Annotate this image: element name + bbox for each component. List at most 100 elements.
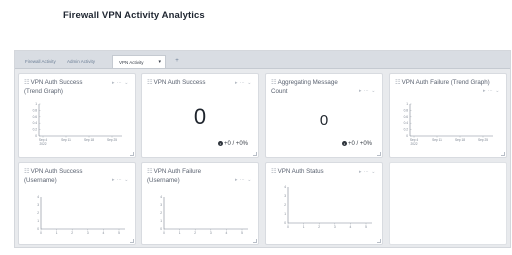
panel-empty bbox=[389, 162, 507, 245]
chevron-down-icon[interactable]: ⌄ bbox=[371, 88, 376, 94]
trend-chart: 10.80.60.40.20Sep 42022Sep 11 Sep 18 Sep 2… bbox=[404, 102, 493, 146]
ellipsis-icon[interactable]: ▸ ⋯ bbox=[235, 177, 245, 183]
panel-title: ☷VPN Auth Success bbox=[147, 79, 206, 86]
y-tick-label: 2 bbox=[37, 211, 39, 215]
y-tick-label: 1 bbox=[284, 212, 286, 216]
tab-vpn-activity[interactable]: VPN Activity ▾ bbox=[112, 55, 166, 68]
bar-chart: 4 3 2 1 00 1 2 3 4 5 bbox=[160, 195, 248, 235]
x-tick-label: Sep 11 bbox=[61, 138, 71, 142]
y-tick-label: 1 bbox=[160, 219, 162, 223]
tab-firewall-activity[interactable]: Firewall Activity bbox=[19, 55, 62, 68]
panel-title: ☷VPN Auth Success (Trend Graph) bbox=[24, 79, 83, 95]
ellipsis-icon[interactable]: ▸ ⋯ bbox=[359, 169, 369, 175]
trend-dot-icon: • bbox=[341, 140, 347, 146]
grip-icon[interactable]: ☷ bbox=[147, 79, 153, 86]
panel-vpn-auth-success-trend: ☷VPN Auth Success (Trend Graph) ▸ ⋯ ⌄ 1 0… bbox=[18, 73, 136, 158]
x-tick-label: 1 bbox=[179, 231, 181, 235]
y-tick-label: 0.6 bbox=[33, 115, 38, 119]
panel-title: ☷VPN Auth Success (Username) bbox=[24, 168, 83, 184]
y-tick-label: 0.8 bbox=[33, 108, 38, 112]
panel-title: ☷Aggregating Message Count bbox=[271, 79, 338, 95]
x-tick-label: 0 bbox=[163, 231, 165, 235]
panel-vpn-auth-status: ☷VPN Auth Status ▸ ⋯ ⌄ 4 3 2 1 00 1 2 3 4 5 bbox=[265, 162, 383, 245]
panel-title: ☷VPN Auth Failure (Trend Graph) bbox=[395, 79, 490, 86]
panel-vpn-auth-failure-trend: ☷VPN Auth Failure (Trend Graph) ▸ ⋯ ⌄ 1 0… bbox=[389, 73, 507, 158]
ellipsis-icon[interactable]: ▸ ⋯ bbox=[235, 80, 245, 86]
resize-handle[interactable] bbox=[377, 239, 381, 243]
metric-delta: • +0 / +0% bbox=[341, 140, 372, 147]
grip-icon[interactable]: ☷ bbox=[271, 79, 277, 86]
x-tick-label: 1 bbox=[303, 225, 305, 229]
ellipsis-icon[interactable]: ▸ ⋯ bbox=[112, 80, 122, 86]
chevron-down-icon[interactable]: ⌄ bbox=[495, 88, 500, 94]
panel-menu[interactable]: ▸ ⋯ ⌄ bbox=[112, 177, 129, 183]
grip-icon[interactable]: ☷ bbox=[147, 168, 153, 175]
chevron-down-icon[interactable]: ⌄ bbox=[371, 169, 376, 175]
tab-admin-activity[interactable]: Admin Activity bbox=[61, 55, 101, 68]
panel-menu[interactable]: ▸ ⋯ ⌄ bbox=[112, 80, 129, 86]
y-tick-label: 0.2 bbox=[33, 128, 38, 132]
x-tick-label: 4 bbox=[226, 231, 228, 235]
x-tick-label: 1 bbox=[56, 231, 58, 235]
y-tick-label: 0 bbox=[284, 221, 286, 225]
y-tick-label: 0 bbox=[37, 227, 39, 231]
y-tick-label: 4 bbox=[160, 195, 162, 199]
grip-icon[interactable]: ☷ bbox=[24, 168, 30, 175]
chevron-down-icon[interactable]: ⌄ bbox=[124, 80, 129, 86]
ellipsis-icon[interactable]: ▸ ⋯ bbox=[112, 177, 122, 183]
y-tick-label: 4 bbox=[284, 185, 286, 189]
chevron-down-icon[interactable]: ▾ bbox=[158, 56, 161, 69]
x-tick-label: 5 bbox=[118, 231, 120, 235]
y-tick-label: 0.2 bbox=[404, 128, 409, 132]
y-tick-label: 0.8 bbox=[404, 108, 409, 112]
x-tick-label: 3 bbox=[87, 231, 89, 235]
y-tick-label: 1 bbox=[37, 219, 39, 223]
resize-handle[interactable] bbox=[130, 239, 134, 243]
tab-label: Admin Activity bbox=[67, 59, 96, 64]
resize-handle[interactable] bbox=[253, 152, 257, 156]
x-tick-label: 0 bbox=[40, 231, 42, 235]
grip-icon[interactable]: ☷ bbox=[271, 168, 277, 175]
resize-handle[interactable] bbox=[377, 152, 381, 156]
panel-menu[interactable]: ▸ ⋯ ⌄ bbox=[483, 88, 500, 94]
resize-handle[interactable] bbox=[253, 239, 257, 243]
grip-icon[interactable]: ☷ bbox=[24, 79, 30, 86]
panel-vpn-auth-success-count: ☷VPN Auth Success ▸ ⋯ ⌄ 0 • +0 / +0% bbox=[141, 73, 259, 158]
y-tick-label: 0 bbox=[35, 134, 37, 138]
trend-chart: 10.80.60.40.20Sep 42022Sep 11 Sep 18 Sep 2… bbox=[33, 102, 122, 146]
panel-aggregating-message-count: ☷Aggregating Message Count ▸ ⋯ ⌄ 0 • +0 /… bbox=[265, 73, 383, 158]
resize-handle[interactable] bbox=[501, 152, 505, 156]
bar-chart: 4 3 2 1 00 1 2 3 4 5 bbox=[37, 195, 125, 235]
x-tick-label: 2 bbox=[318, 225, 320, 229]
x-tick-label: Sep 18 bbox=[455, 138, 465, 142]
x-tick-label: Sep 11 bbox=[432, 138, 442, 142]
x-tick-label: 4 bbox=[103, 231, 105, 235]
panel-vpn-auth-failure-username: ☷VPN Auth Failure (Username) ▸ ⋯ ⌄ 4 3 2 1 0… bbox=[141, 162, 259, 245]
metric-value: 0 bbox=[193, 104, 207, 129]
ellipsis-icon[interactable]: ▸ ⋯ bbox=[359, 88, 369, 94]
y-tick-label: 1 bbox=[406, 102, 408, 106]
chevron-down-icon[interactable]: ⌄ bbox=[247, 80, 252, 86]
x-tick-label: 2 bbox=[71, 231, 73, 235]
chevron-down-icon[interactable]: ⌄ bbox=[124, 177, 129, 183]
x-tick-label: 3 bbox=[210, 231, 212, 235]
grip-icon[interactable]: ☷ bbox=[395, 79, 401, 86]
panel-title: ☷VPN Auth Status bbox=[271, 168, 324, 175]
y-tick-label: 1 bbox=[35, 102, 37, 106]
panel-menu[interactable]: ▸ ⋯ ⌄ bbox=[359, 169, 376, 175]
metric-delta: • +0 / +0% bbox=[217, 140, 248, 147]
panel-menu[interactable]: ▸ ⋯ ⌄ bbox=[359, 88, 376, 94]
page-title: Firewall VPN Activity Analytics bbox=[63, 10, 205, 21]
panel-menu[interactable]: ▸ ⋯ ⌄ bbox=[235, 80, 252, 86]
metric-value: 0 bbox=[319, 112, 329, 129]
panel-menu[interactable]: ▸ ⋯ ⌄ bbox=[235, 177, 252, 183]
dashboard: Firewall Activity Admin Activity VPN Act… bbox=[14, 50, 511, 248]
chevron-down-icon[interactable]: ⌄ bbox=[247, 177, 252, 183]
ellipsis-icon[interactable]: ▸ ⋯ bbox=[483, 88, 493, 94]
add-tab-button[interactable]: + bbox=[171, 55, 183, 68]
tab-bar: Firewall Activity Admin Activity VPN Act… bbox=[15, 51, 510, 69]
resize-handle[interactable] bbox=[130, 152, 134, 156]
y-tick-label: 3 bbox=[160, 203, 162, 207]
x-tick-label: 5 bbox=[241, 231, 243, 235]
tab-label: Firewall Activity bbox=[25, 59, 56, 64]
